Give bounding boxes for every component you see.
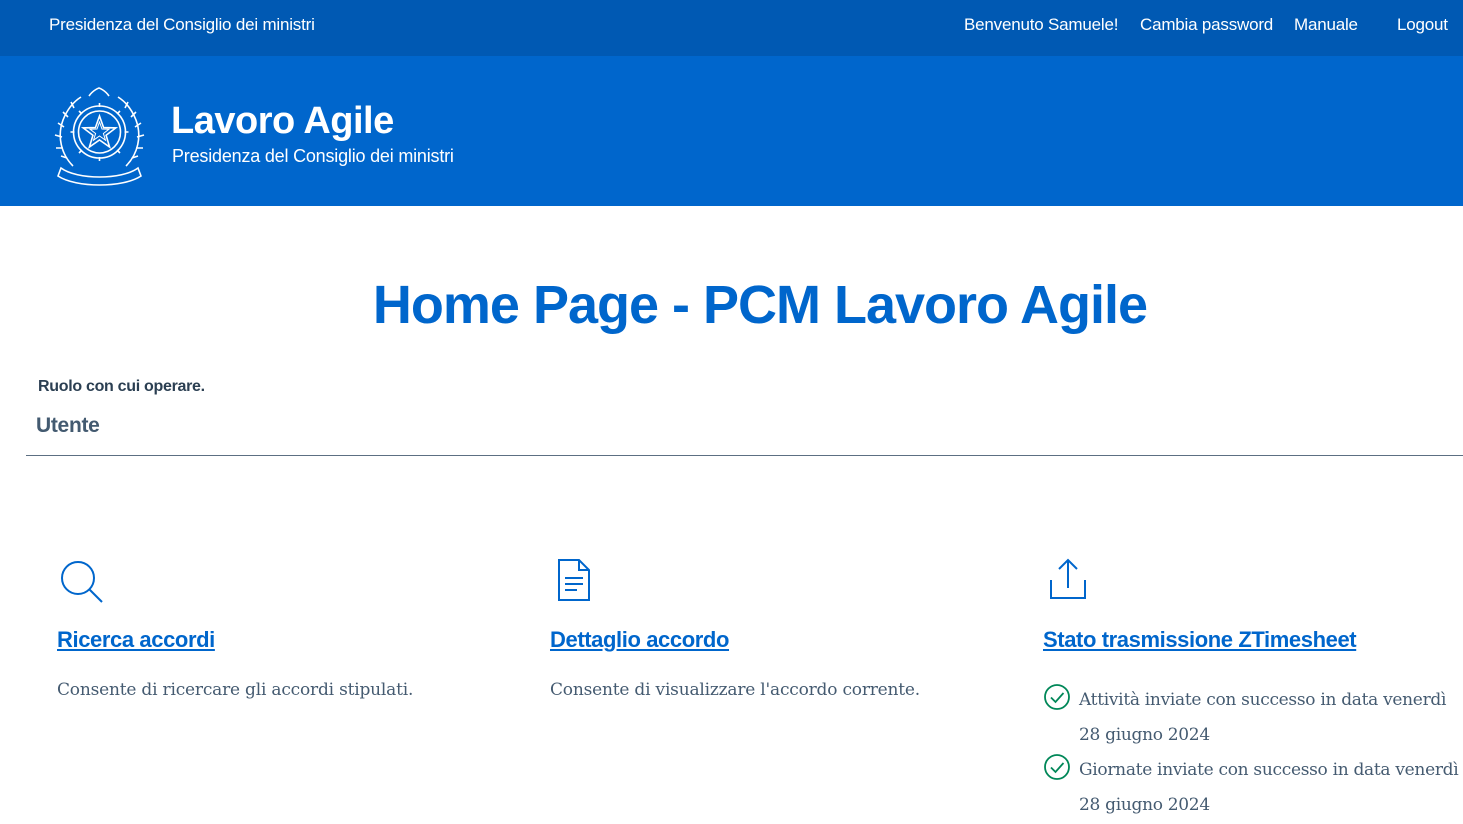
change-password-link[interactable]: Cambia password [1140,15,1273,35]
brand-title[interactable]: Lavoro Agile [171,100,394,143]
repubblica-italiana-emblem-icon[interactable] [53,84,146,188]
document-icon [558,559,590,601]
slim-header: Presidenza del Consiglio dei ministri Be… [0,0,1463,56]
page-title: Home Page - PCM Lavoro Agile [372,275,1148,335]
role-select[interactable]: Utente [36,414,100,438]
ricerca-accordi-link[interactable]: Ricerca accordi [57,627,215,653]
welcome-text: Benvenuto Samuele! [964,15,1119,34]
stato-trasmissione-ztimesheet-link[interactable]: Stato trasmissione ZTimesheet [1043,627,1357,653]
status-text: Attività inviate con successo in data ve… [1079,690,1447,745]
check-circle-icon [1044,684,1070,710]
card-description: Consente di visualizzare l'accordo corre… [550,680,920,700]
brand-subtitle: Presidenza del Consiglio dei ministri [172,146,454,166]
upload-icon [1050,558,1086,599]
role-select-underline [26,455,1463,456]
slim-header-brand-link[interactable]: Presidenza del Consiglio dei ministri [49,15,315,35]
check-circle-icon [1044,754,1070,780]
card-description: Consente di ricercare gli accordi stipul… [57,680,414,700]
center-header: Lavoro Agile Presidenza del Consiglio de… [0,56,1463,206]
role-label: Ruolo con cui operare. [38,378,205,395]
status-text: Giornate inviate con successo in data ve… [1079,760,1459,815]
dettaglio-accordo-link[interactable]: Dettaglio accordo [550,627,729,653]
manual-link[interactable]: Manuale [1294,15,1358,35]
search-icon [61,561,103,603]
logout-link[interactable]: Logout [1397,15,1448,35]
